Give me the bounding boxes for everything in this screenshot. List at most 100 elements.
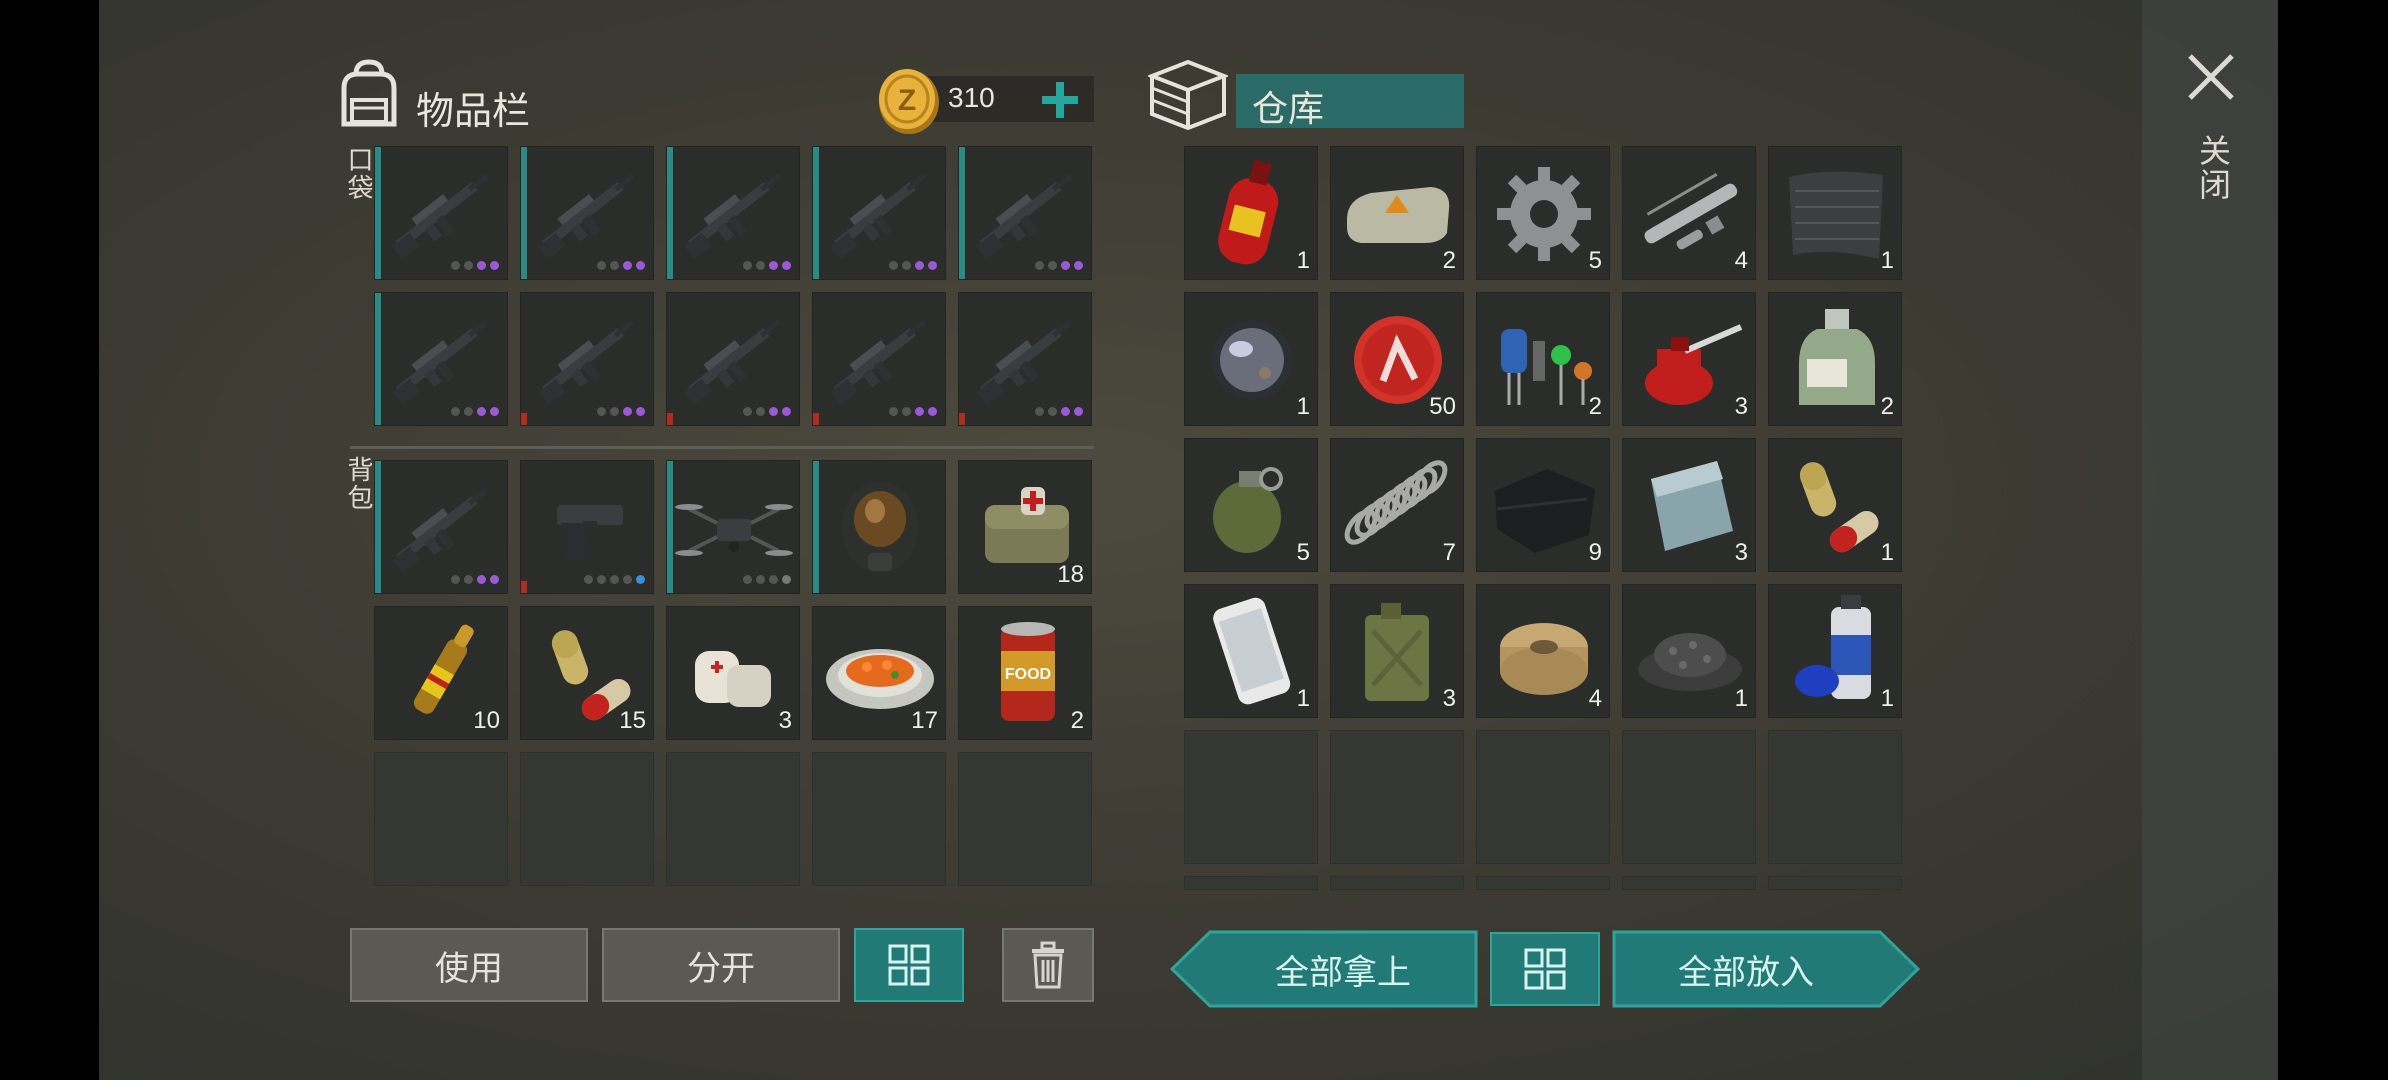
upgrade-dot — [782, 575, 791, 584]
storage-title: 仓库 — [1252, 89, 1325, 130]
inventory-slot[interactable]: 3 — [666, 606, 800, 740]
upgrade-dot — [756, 261, 765, 270]
empty-slot[interactable] — [666, 752, 800, 886]
inventory-slot[interactable] — [666, 146, 800, 280]
inventory-slot[interactable]: 3 — [1622, 292, 1756, 426]
empty-slot[interactable] — [1768, 730, 1902, 864]
inventory-slot[interactable] — [958, 146, 1092, 280]
upgrade-dot — [1048, 407, 1057, 416]
inventory-slot[interactable]: 5 — [1476, 146, 1610, 280]
item-count: 2 — [1070, 707, 1084, 734]
item-count: 5 — [1296, 539, 1310, 566]
inventory-slot[interactable]: 2 — [1330, 146, 1464, 280]
rarity-marker — [813, 461, 819, 593]
inventory-slot[interactable]: 18 — [958, 460, 1092, 594]
inventory-slot[interactable]: 3 — [1622, 438, 1756, 572]
inventory-slot[interactable] — [666, 460, 800, 594]
inventory-slot[interactable]: 7 — [1330, 438, 1464, 572]
upgrade-dot — [451, 261, 460, 270]
take-all-button[interactable]: 全部拿上 — [1170, 930, 1478, 1008]
item-count: 2 — [1588, 393, 1602, 420]
inventory-slot[interactable] — [520, 460, 654, 594]
empty-slot[interactable] — [1184, 876, 1318, 890]
item-count: 9 — [1588, 539, 1602, 566]
empty-slot[interactable] — [958, 752, 1092, 886]
split-button[interactable]: 分开 — [602, 928, 840, 1002]
inventory-slot[interactable]: 17 — [812, 606, 946, 740]
inventory-slot[interactable]: 1 — [1768, 584, 1902, 718]
inventory-slot[interactable]: FOOD 2 — [958, 606, 1092, 740]
inventory-slot[interactable]: 4 — [1476, 584, 1610, 718]
use-button[interactable]: 使用 — [350, 928, 588, 1002]
inventory-slot[interactable] — [374, 292, 508, 426]
put-all-label: 全部放入 — [1678, 952, 1814, 993]
empty-slot[interactable] — [1184, 730, 1318, 864]
delete-button[interactable] — [1002, 928, 1094, 1002]
item-count: 18 — [1057, 561, 1084, 588]
empty-slot[interactable] — [1622, 730, 1756, 864]
rarity-marker — [375, 293, 381, 425]
inventory-slot[interactable] — [374, 146, 508, 280]
inventory-slot[interactable]: 1 — [1184, 292, 1318, 426]
inventory-slot[interactable] — [666, 292, 800, 426]
inventory-slot[interactable]: 15 — [520, 606, 654, 740]
inventory-slot[interactable] — [812, 146, 946, 280]
section-divider — [350, 446, 1094, 449]
take-all-label: 全部拿上 — [1275, 952, 1411, 993]
inventory-slot[interactable]: 1 — [1768, 438, 1902, 572]
upgrade-dot — [928, 261, 937, 270]
add-coins-button[interactable] — [1040, 80, 1080, 120]
trash-icon — [1032, 941, 1064, 989]
inventory-slot[interactable] — [958, 292, 1092, 426]
empty-slot[interactable] — [1768, 876, 1902, 890]
empty-slot[interactable] — [374, 752, 508, 886]
empty-slot[interactable] — [812, 752, 946, 886]
inventory-slot[interactable] — [520, 292, 654, 426]
upgrade-dot — [928, 407, 937, 416]
inventory-slot[interactable] — [520, 146, 654, 280]
close-label[interactable]: 关闭 — [2190, 134, 2236, 202]
item-count: 3 — [1442, 685, 1456, 712]
empty-slot[interactable] — [520, 752, 654, 886]
inventory-slot[interactable] — [812, 292, 946, 426]
coin-counter: Z 310 — [876, 66, 1094, 134]
put-all-button[interactable]: 全部放入 — [1612, 930, 1920, 1008]
close-icon[interactable] — [2186, 52, 2236, 102]
item-count: 50 — [1429, 393, 1456, 420]
sort-storage-button[interactable] — [1490, 932, 1600, 1006]
upgrade-dot — [902, 261, 911, 270]
inventory-slot[interactable]: 4 — [1622, 146, 1756, 280]
inventory-slot[interactable]: 3 — [1330, 584, 1464, 718]
inventory-slot[interactable]: 9 — [1476, 438, 1610, 572]
inventory-slot[interactable]: 10 — [374, 606, 508, 740]
upgrade-dot — [1061, 261, 1070, 270]
inventory-slot[interactable]: 1 — [1184, 146, 1318, 280]
inventory-slot[interactable]: 1 — [1768, 146, 1902, 280]
upgrade-dot — [743, 575, 752, 584]
inventory-slot[interactable]: 1 — [1622, 584, 1756, 718]
item-count: 1 — [1734, 685, 1748, 712]
upgrade-dot — [490, 407, 499, 416]
inventory-slot[interactable] — [812, 460, 946, 594]
upgrade-dots — [451, 575, 499, 584]
inventory-slot[interactable]: 2 — [1476, 292, 1610, 426]
item-count: 1 — [1296, 247, 1310, 274]
empty-slot[interactable] — [1476, 730, 1610, 864]
inventory-slot[interactable]: 5 — [1184, 438, 1318, 572]
inventory-slot[interactable] — [374, 460, 508, 594]
svg-text:Z: Z — [898, 84, 916, 117]
item-count: 2 — [1880, 393, 1894, 420]
upgrade-dot — [464, 407, 473, 416]
inventory-slot[interactable]: 50 — [1330, 292, 1464, 426]
upgrade-dots — [584, 575, 645, 584]
empty-slot[interactable] — [1330, 730, 1464, 864]
empty-slot[interactable] — [1330, 876, 1464, 890]
empty-slot[interactable] — [1622, 876, 1756, 890]
empty-slot[interactable] — [1476, 876, 1610, 890]
inventory-slot[interactable]: 1 — [1184, 584, 1318, 718]
inventory-slot[interactable]: 2 — [1768, 292, 1902, 426]
storage-box-icon — [1148, 59, 1228, 131]
rarity-marker — [667, 461, 673, 593]
sort-inventory-button[interactable] — [854, 928, 964, 1002]
upgrade-dot — [477, 575, 486, 584]
